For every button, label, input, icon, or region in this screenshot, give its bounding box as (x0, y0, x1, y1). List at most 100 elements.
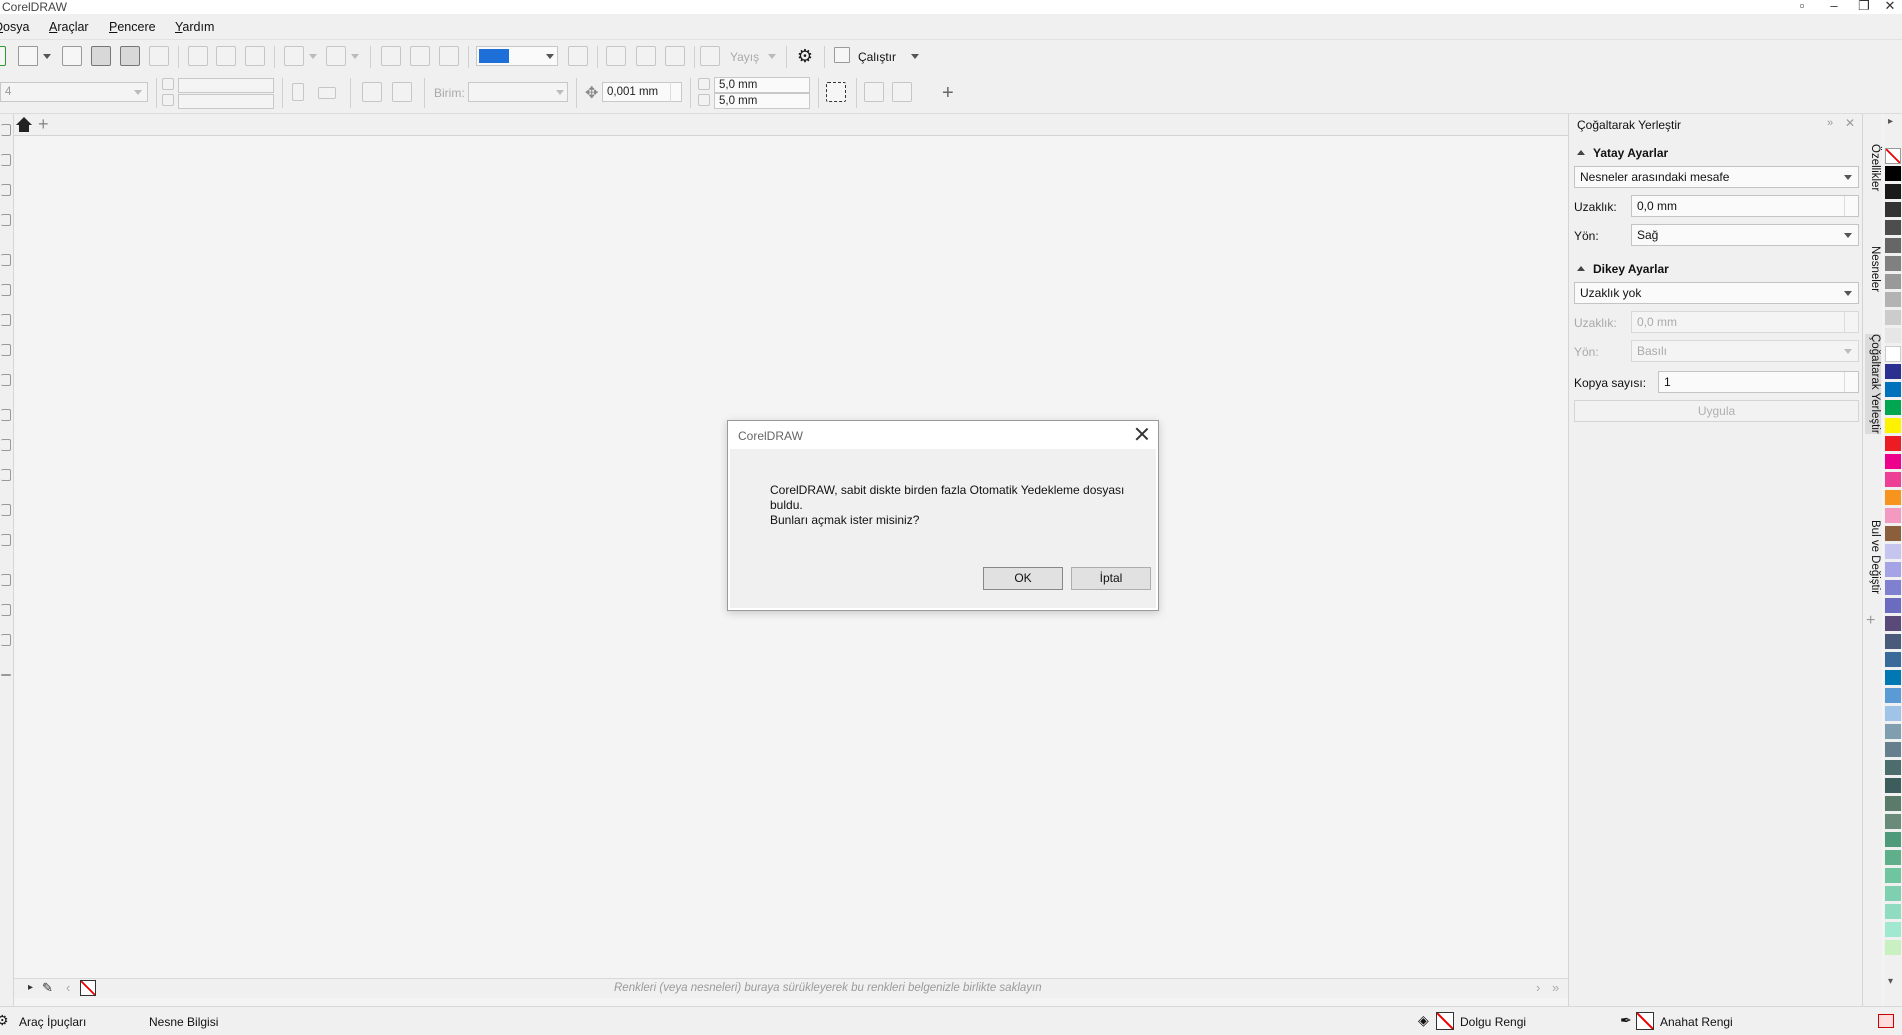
smart-fill-tool-icon[interactable] (1, 634, 11, 646)
color-management-icon[interactable] (1878, 1014, 1894, 1028)
home-icon[interactable] (16, 117, 32, 133)
tab-objects[interactable]: Nesneler (1865, 246, 1881, 292)
palette-swatch[interactable] (1885, 328, 1901, 344)
transparency-tool-icon[interactable] (1, 534, 11, 546)
palette-swatch[interactable] (1885, 760, 1901, 776)
close-window-button[interactable]: ✕ (1876, 0, 1902, 14)
palette-swatch[interactable] (1885, 490, 1901, 506)
apply-button[interactable]: Uygula (1574, 400, 1859, 422)
palette-swatch[interactable] (1885, 310, 1901, 326)
palette-swatch[interactable] (1885, 400, 1901, 416)
palette-scroll-right-icon[interactable]: › (1536, 980, 1540, 995)
palette-swatch[interactable] (1885, 922, 1901, 938)
pdf-export-icon[interactable] (439, 46, 459, 66)
export-icon[interactable] (410, 46, 430, 66)
no-color-swatch[interactable] (80, 980, 96, 996)
palette-swatch[interactable] (1885, 850, 1901, 866)
docker-close-icon[interactable]: ✕ (1845, 116, 1855, 130)
vertical-distance-field[interactable]: 0,0 mm (1631, 311, 1859, 333)
print-icon[interactable] (149, 46, 169, 66)
palette-swatch[interactable] (1885, 742, 1901, 758)
palette-swatch[interactable] (1885, 598, 1901, 614)
palette-swatch[interactable] (1885, 544, 1901, 560)
treat-as-filled-icon[interactable] (826, 82, 846, 102)
palette-swatch[interactable] (1885, 508, 1901, 524)
vertical-mode-dropdown[interactable]: Uzaklık yok (1574, 282, 1859, 304)
copy-icon[interactable] (216, 46, 236, 66)
run-label[interactable]: Çalıştır (858, 50, 896, 64)
launch-app-icon[interactable] (700, 46, 720, 66)
palette-swatch[interactable] (1885, 616, 1901, 632)
width-field[interactable] (178, 78, 274, 93)
shape-tool-icon[interactable] (1, 154, 11, 166)
copies-spinner[interactable] (1844, 372, 1858, 392)
restore-button[interactable]: ❐ (1850, 0, 1878, 14)
palette-swatch[interactable] (1885, 382, 1901, 398)
toolbox-more-icon[interactable] (1, 674, 11, 676)
nudge-spinner[interactable] (670, 82, 682, 102)
zoom-tool-icon[interactable] (1, 214, 11, 226)
palette-swatch[interactable] (1885, 454, 1901, 470)
menu-file[interactable]: Dosya (0, 20, 29, 34)
tab-step-and-repeat[interactable]: Çoğaltarak Yerleştir (1865, 334, 1881, 434)
palette-swatch[interactable] (1885, 292, 1901, 308)
palette-swatch[interactable] (1885, 796, 1901, 812)
units-dropdown[interactable] (468, 82, 568, 102)
new-tab-plus-icon[interactable]: + (38, 115, 49, 133)
height-field[interactable] (178, 94, 274, 109)
object-snap-icon[interactable] (864, 82, 884, 102)
fill-color-label[interactable]: Dolgu Rengi (1460, 1015, 1526, 1029)
grid-icon[interactable] (636, 46, 656, 66)
full-screen-icon[interactable] (568, 46, 588, 66)
palette-swatch[interactable] (1885, 868, 1901, 884)
palette-swatch[interactable] (1885, 238, 1901, 254)
ellipse-tool-icon[interactable] (1, 344, 11, 356)
close-icon[interactable] (1134, 426, 1150, 442)
palette-swatch[interactable] (1885, 472, 1901, 488)
run-macro-icon[interactable] (834, 47, 850, 63)
freehand-tool-icon[interactable] (1, 254, 11, 266)
palette-swatch[interactable] (1885, 670, 1901, 686)
units-dropdown-icon[interactable] (556, 90, 564, 95)
palette-swatch[interactable] (1885, 652, 1901, 668)
color-eyedropper-tool-icon[interactable] (1, 574, 11, 586)
copies-field[interactable]: 1 (1658, 371, 1859, 393)
tab-find-and-replace[interactable]: Bul ve Değiştir (1865, 520, 1881, 594)
publish-label[interactable]: Yayış (730, 50, 759, 64)
palette-swatch[interactable] (1885, 436, 1901, 452)
palette-swatch[interactable] (1885, 364, 1901, 380)
palette-swatch[interactable] (1885, 202, 1901, 218)
palette-swatch[interactable] (1885, 904, 1901, 920)
cut-icon[interactable] (188, 46, 208, 66)
snap-to-icon[interactable] (606, 46, 626, 66)
palette-flyout-icon[interactable]: ▸ (1888, 116, 1893, 127)
redo-dropdown-icon[interactable] (351, 54, 359, 59)
tool-hints-label[interactable]: Araç İpuçları (19, 1015, 86, 1029)
current-page-icon[interactable] (392, 82, 412, 102)
polygon-tool-icon[interactable] (1, 374, 11, 386)
outline-color-swatch[interactable] (1636, 1012, 1654, 1030)
options-gear-icon[interactable]: ⚙ (795, 46, 815, 66)
object-info-label[interactable]: Nesne Bilgisi (149, 1015, 218, 1029)
palette-swatch[interactable] (1885, 814, 1901, 830)
vertical-direction-dropdown[interactable]: Basılı (1631, 340, 1859, 362)
run-dropdown-icon[interactable] (911, 54, 919, 59)
undo-icon[interactable] (284, 46, 304, 66)
zoom-dropdown-icon[interactable] (546, 54, 554, 59)
horizontal-distance-field[interactable]: 0,0 mm (1631, 195, 1859, 217)
save-icon[interactable] (62, 46, 82, 66)
rectangle-tool-icon[interactable] (1, 314, 11, 326)
palette-swatch[interactable] (1885, 184, 1901, 200)
open-folder-icon[interactable] (18, 46, 38, 66)
minimize-button[interactable]: – (1820, 0, 1848, 14)
cloud-sync-icon[interactable] (120, 46, 140, 66)
pin-icon[interactable]: ▫ (1788, 0, 1816, 14)
palette-swatch[interactable] (1885, 778, 1901, 794)
all-pages-icon[interactable] (362, 82, 382, 102)
page-size-field[interactable]: 4 (0, 82, 148, 102)
vertical-distance-spinner[interactable] (1844, 312, 1858, 332)
palette-swatch[interactable] (1885, 418, 1901, 434)
palette-swatch[interactable] (1885, 634, 1901, 650)
parallel-dimension-tool-icon[interactable] (1, 439, 11, 451)
fill-color-swatch[interactable] (1436, 1012, 1454, 1030)
